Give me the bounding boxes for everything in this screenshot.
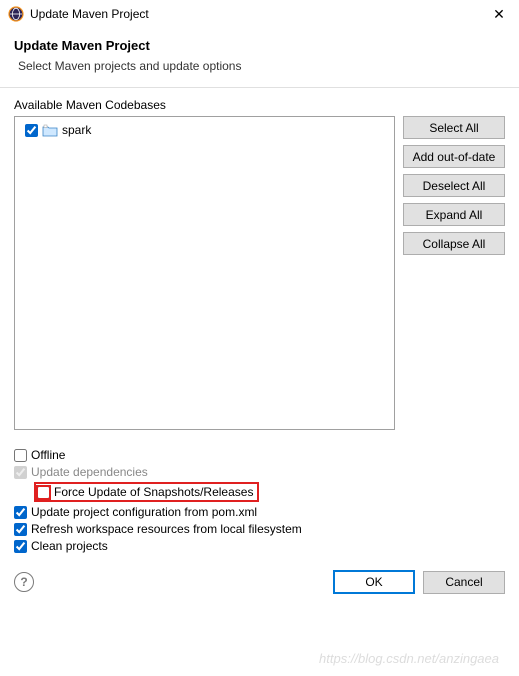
option-update-config: Update project configuration from pom.xm… [14,505,505,519]
watermark-text: https://blog.csdn.net/anzingaea [319,651,499,666]
option-refresh-workspace: Refresh workspace resources from local f… [14,522,505,536]
option-update-deps: Update dependencies [14,465,505,479]
option-force-update: Force Update of Snapshots/Releases [14,482,505,502]
option-offline: Offline [14,448,505,462]
titlebar: Update Maven Project ✕ [0,0,519,28]
ok-button[interactable]: OK [333,570,415,594]
collapse-all-button[interactable]: Collapse All [403,232,505,255]
update-deps-checkbox [14,466,27,479]
select-all-button[interactable]: Select All [403,116,505,139]
dialog-footer: ? OK Cancel [0,560,519,606]
option-clean-projects: Clean projects [14,539,505,553]
tree-buttons: Select All Add out-of-date Deselect All … [403,116,505,430]
page-subtitle: Select Maven projects and update options [18,59,505,73]
clean-projects-label: Clean projects [31,539,108,553]
offline-checkbox[interactable] [14,449,27,462]
window-title: Update Maven Project [30,7,487,21]
folder-icon [42,124,58,137]
cancel-button[interactable]: Cancel [423,571,505,594]
help-area: ? [14,572,325,592]
tree-item-label: spark [62,123,91,137]
tree-item[interactable]: spark [19,121,390,139]
expand-all-button[interactable]: Expand All [403,203,505,226]
force-update-label: Force Update of Snapshots/Releases [54,485,253,499]
offline-label: Offline [31,448,65,462]
main-content: Available Maven Codebases spark Select A… [0,88,519,436]
options-group: Offline Update dependencies Force Update… [0,436,519,560]
close-icon[interactable]: ✕ [487,6,511,23]
update-config-checkbox[interactable] [14,506,27,519]
refresh-workspace-checkbox[interactable] [14,523,27,536]
deselect-all-button[interactable]: Deselect All [403,174,505,197]
dialog-header: Update Maven Project Select Maven projec… [0,28,519,88]
force-update-checkbox[interactable] [37,486,50,499]
add-out-of-date-button[interactable]: Add out-of-date [403,145,505,168]
codebase-label: Available Maven Codebases [14,98,505,112]
update-deps-label: Update dependencies [31,465,148,479]
refresh-workspace-label: Refresh workspace resources from local f… [31,522,302,536]
help-icon[interactable]: ? [14,572,34,592]
tree-checkbox[interactable] [25,124,38,137]
codebase-tree[interactable]: spark [14,116,395,430]
clean-projects-checkbox[interactable] [14,540,27,553]
eclipse-icon [8,6,24,22]
update-config-label: Update project configuration from pom.xm… [31,505,257,519]
force-update-highlight: Force Update of Snapshots/Releases [34,482,259,502]
page-title: Update Maven Project [14,38,505,53]
